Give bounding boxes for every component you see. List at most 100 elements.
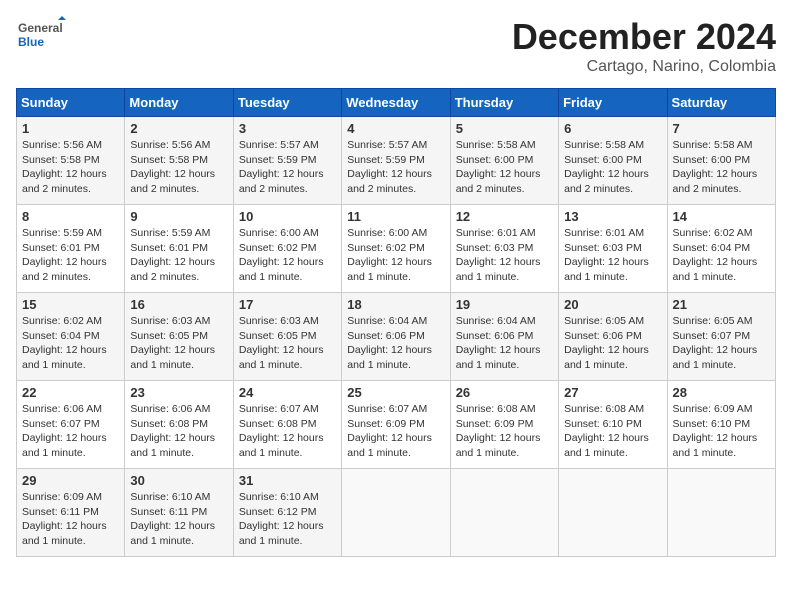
calendar-cell: 6 Sunrise: 5:58 AM Sunset: 6:00 PM Dayli…	[559, 117, 667, 205]
daylight-label: Daylight: 12 hours and 1 minute.	[130, 432, 215, 459]
sunset-label: Sunset: 5:59 PM	[239, 154, 317, 166]
day-number: 20	[564, 297, 661, 312]
sunset-label: Sunset: 6:10 PM	[564, 418, 642, 430]
day-number: 18	[347, 297, 444, 312]
sunset-label: Sunset: 6:03 PM	[564, 242, 642, 254]
calendar-cell: 3 Sunrise: 5:57 AM Sunset: 5:59 PM Dayli…	[233, 117, 341, 205]
sunrise-label: Sunrise: 6:00 AM	[347, 227, 427, 239]
daylight-label: Daylight: 12 hours and 1 minute.	[347, 344, 432, 371]
day-info: Sunrise: 6:09 AM Sunset: 6:10 PM Dayligh…	[673, 402, 770, 461]
day-info: Sunrise: 5:58 AM Sunset: 6:00 PM Dayligh…	[673, 138, 770, 197]
calendar-cell: 25 Sunrise: 6:07 AM Sunset: 6:09 PM Dayl…	[342, 381, 450, 469]
day-info: Sunrise: 5:57 AM Sunset: 5:59 PM Dayligh…	[239, 138, 336, 197]
calendar-cell: 28 Sunrise: 6:09 AM Sunset: 6:10 PM Dayl…	[667, 381, 775, 469]
day-number: 12	[456, 209, 553, 224]
sunrise-label: Sunrise: 6:07 AM	[239, 403, 319, 415]
day-info: Sunrise: 6:02 AM Sunset: 6:04 PM Dayligh…	[22, 314, 119, 373]
daylight-label: Daylight: 12 hours and 1 minute.	[130, 520, 215, 547]
sunrise-label: Sunrise: 5:56 AM	[130, 139, 210, 151]
calendar-week-row: 15 Sunrise: 6:02 AM Sunset: 6:04 PM Dayl…	[17, 293, 776, 381]
calendar-table: SundayMondayTuesdayWednesdayThursdayFrid…	[16, 88, 776, 557]
day-number: 5	[456, 121, 553, 136]
day-info: Sunrise: 5:58 AM Sunset: 6:00 PM Dayligh…	[456, 138, 553, 197]
svg-text:Blue: Blue	[18, 35, 44, 49]
weekday-header-sunday: Sunday	[17, 89, 125, 117]
day-number: 25	[347, 385, 444, 400]
sunrise-label: Sunrise: 6:06 AM	[130, 403, 210, 415]
sunrise-label: Sunrise: 5:57 AM	[347, 139, 427, 151]
day-info: Sunrise: 6:10 AM Sunset: 6:11 PM Dayligh…	[130, 490, 227, 549]
sunrise-label: Sunrise: 6:01 AM	[564, 227, 644, 239]
calendar-cell	[559, 469, 667, 557]
sunset-label: Sunset: 6:09 PM	[347, 418, 425, 430]
daylight-label: Daylight: 12 hours and 1 minute.	[673, 432, 758, 459]
day-number: 22	[22, 385, 119, 400]
sunrise-label: Sunrise: 5:58 AM	[673, 139, 753, 151]
calendar-cell: 5 Sunrise: 5:58 AM Sunset: 6:00 PM Dayli…	[450, 117, 558, 205]
daylight-label: Daylight: 12 hours and 2 minutes.	[22, 256, 107, 283]
sunrise-label: Sunrise: 6:00 AM	[239, 227, 319, 239]
page-header: General Blue December 2024 Cartago, Nari…	[16, 16, 776, 76]
day-number: 16	[130, 297, 227, 312]
sunset-label: Sunset: 6:01 PM	[22, 242, 100, 254]
sunset-label: Sunset: 6:06 PM	[347, 330, 425, 342]
day-number: 23	[130, 385, 227, 400]
sunrise-label: Sunrise: 6:02 AM	[673, 227, 753, 239]
sunrise-label: Sunrise: 6:04 AM	[347, 315, 427, 327]
day-info: Sunrise: 6:00 AM Sunset: 6:02 PM Dayligh…	[347, 226, 444, 285]
sunset-label: Sunset: 6:08 PM	[239, 418, 317, 430]
sunset-label: Sunset: 6:04 PM	[22, 330, 100, 342]
sunrise-label: Sunrise: 5:59 AM	[22, 227, 102, 239]
sunset-label: Sunset: 6:12 PM	[239, 506, 317, 518]
day-number: 10	[239, 209, 336, 224]
logo-icon: General Blue	[16, 16, 66, 56]
sunset-label: Sunset: 6:04 PM	[673, 242, 751, 254]
calendar-cell	[342, 469, 450, 557]
calendar-week-row: 1 Sunrise: 5:56 AM Sunset: 5:58 PM Dayli…	[17, 117, 776, 205]
daylight-label: Daylight: 12 hours and 1 minute.	[347, 432, 432, 459]
day-number: 2	[130, 121, 227, 136]
day-number: 8	[22, 209, 119, 224]
sunset-label: Sunset: 6:11 PM	[22, 506, 99, 518]
calendar-cell: 16 Sunrise: 6:03 AM Sunset: 6:05 PM Dayl…	[125, 293, 233, 381]
calendar-cell: 26 Sunrise: 6:08 AM Sunset: 6:09 PM Dayl…	[450, 381, 558, 469]
sunset-label: Sunset: 6:01 PM	[130, 242, 208, 254]
weekday-header-wednesday: Wednesday	[342, 89, 450, 117]
day-number: 27	[564, 385, 661, 400]
daylight-label: Daylight: 12 hours and 2 minutes.	[456, 168, 541, 195]
day-info: Sunrise: 6:06 AM Sunset: 6:07 PM Dayligh…	[22, 402, 119, 461]
daylight-label: Daylight: 12 hours and 1 minute.	[564, 344, 649, 371]
day-info: Sunrise: 6:08 AM Sunset: 6:09 PM Dayligh…	[456, 402, 553, 461]
calendar-cell: 19 Sunrise: 6:04 AM Sunset: 6:06 PM Dayl…	[450, 293, 558, 381]
day-info: Sunrise: 6:03 AM Sunset: 6:05 PM Dayligh…	[130, 314, 227, 373]
day-number: 7	[673, 121, 770, 136]
day-number: 17	[239, 297, 336, 312]
sunrise-label: Sunrise: 6:09 AM	[22, 491, 102, 503]
day-info: Sunrise: 5:59 AM Sunset: 6:01 PM Dayligh…	[130, 226, 227, 285]
calendar-cell: 13 Sunrise: 6:01 AM Sunset: 6:03 PM Dayl…	[559, 205, 667, 293]
day-info: Sunrise: 6:06 AM Sunset: 6:08 PM Dayligh…	[130, 402, 227, 461]
sunrise-label: Sunrise: 6:09 AM	[673, 403, 753, 415]
day-number: 1	[22, 121, 119, 136]
day-number: 29	[22, 473, 119, 488]
daylight-label: Daylight: 12 hours and 1 minute.	[130, 344, 215, 371]
calendar-cell: 17 Sunrise: 6:03 AM Sunset: 6:05 PM Dayl…	[233, 293, 341, 381]
calendar-cell: 15 Sunrise: 6:02 AM Sunset: 6:04 PM Dayl…	[17, 293, 125, 381]
daylight-label: Daylight: 12 hours and 2 minutes.	[130, 168, 215, 195]
logo: General Blue	[16, 16, 66, 56]
sunrise-label: Sunrise: 5:58 AM	[564, 139, 644, 151]
sunset-label: Sunset: 6:05 PM	[239, 330, 317, 342]
sunrise-label: Sunrise: 6:08 AM	[456, 403, 536, 415]
day-number: 13	[564, 209, 661, 224]
daylight-label: Daylight: 12 hours and 1 minute.	[564, 432, 649, 459]
sunset-label: Sunset: 6:10 PM	[673, 418, 751, 430]
sunset-label: Sunset: 5:58 PM	[22, 154, 100, 166]
sunset-label: Sunset: 5:59 PM	[347, 154, 425, 166]
sunrise-label: Sunrise: 6:06 AM	[22, 403, 102, 415]
sunset-label: Sunset: 6:11 PM	[130, 506, 207, 518]
sunset-label: Sunset: 6:06 PM	[564, 330, 642, 342]
calendar-cell: 14 Sunrise: 6:02 AM Sunset: 6:04 PM Dayl…	[667, 205, 775, 293]
day-info: Sunrise: 6:08 AM Sunset: 6:10 PM Dayligh…	[564, 402, 661, 461]
weekday-header-friday: Friday	[559, 89, 667, 117]
calendar-cell: 2 Sunrise: 5:56 AM Sunset: 5:58 PM Dayli…	[125, 117, 233, 205]
